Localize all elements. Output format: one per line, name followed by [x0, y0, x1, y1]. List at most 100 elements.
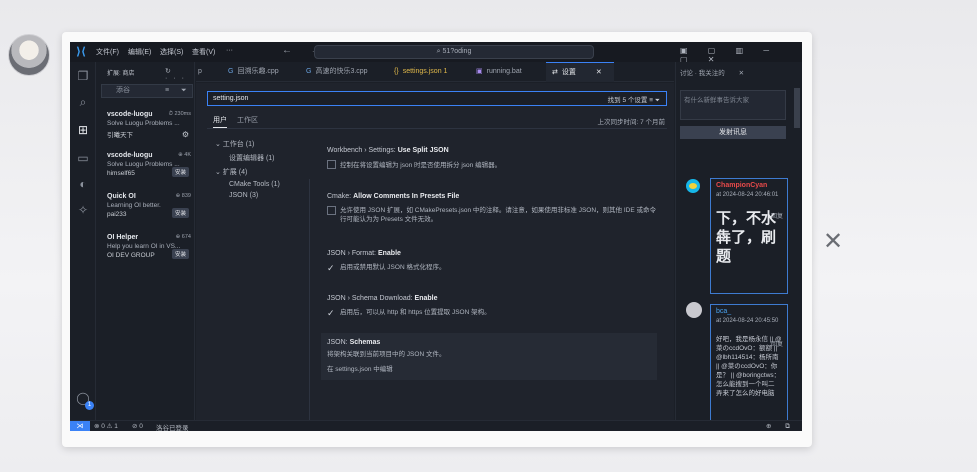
- result-count: 找到 5 个设置 ≡ ⏷: [608, 94, 660, 107]
- install-button[interactable]: 安装: [171, 249, 189, 259]
- extension-item[interactable]: vscode-luogu ⊕ 4K Solve Luogu Problems .…: [107, 152, 191, 177]
- sync-status: 上次同步时间: 7 个月前: [597, 119, 665, 126]
- tab-user[interactable]: 用户: [213, 115, 227, 128]
- setting-name: Enable: [377, 250, 401, 257]
- close-icon[interactable]: ✕: [822, 229, 844, 253]
- post-input[interactable]: 有什么新鲜事告诉大家: [680, 90, 786, 120]
- settings-toc: ⌄ 工作台 (1) 设置编辑器 (1) ⌄ 扩展 (4) CMake Tools…: [215, 139, 310, 203]
- extensions-sidebar: 扩展: 商店 ↻ ··· 添谷 ≡ ⏷ vscode-luogu ⏱ 230ms…: [97, 62, 195, 420]
- setting-name: Enable: [414, 295, 438, 302]
- title-bar: ⟩⟨ 文件(F) 编辑(E) 选择(S) 查看(V) ··· ← → ⌕ 51?…: [70, 42, 802, 64]
- remote-explorer-icon[interactable]: ▭: [75, 150, 91, 166]
- browser-icon[interactable]: ◐: [75, 176, 91, 192]
- tab-label: 回溯乐趣.cpp: [237, 68, 279, 75]
- install-button[interactable]: 安装: [171, 167, 189, 177]
- status-right-icons[interactable]: ⊕ ⧉: [766, 422, 796, 431]
- settings-search-value: setting.json: [213, 95, 249, 102]
- remote-indicator-icon[interactable]: ⋊: [70, 421, 90, 431]
- commenter-avatar[interactable]: [686, 179, 700, 193]
- extension-item[interactable]: OI Helper ⊕ 674 Help you learn OI in VS.…: [107, 234, 191, 259]
- panel-tab-label: 讨论 · 我关注的: [680, 70, 725, 77]
- settings-tab-icon: ⇄: [552, 69, 558, 76]
- toc-item-extensions[interactable]: ⌄ 扩展 (4): [215, 167, 310, 177]
- ports-indicator[interactable]: ⊘ 0: [132, 422, 143, 430]
- setting-desc: ✓ 启用或禁用默认 JSON 格式化程序。: [327, 263, 657, 273]
- checkmark-icon[interactable]: ✓: [327, 309, 337, 318]
- extension-item[interactable]: Quick OI ⊕ 839 Learning OI better. pai23…: [107, 193, 191, 218]
- tab-p[interactable]: p: [198, 62, 202, 82]
- tab-cpp-2[interactable]: G 高速的快乐3.cpp: [306, 62, 368, 82]
- setting-desc-text: 启用或禁用默认 JSON 格式化程序。: [340, 264, 446, 271]
- comment-user[interactable]: ChampionCyan: [716, 182, 782, 189]
- panel-close-icon[interactable]: ✕: [739, 70, 744, 77]
- setting-json-schemas: JSON: Schemas 将架构关联到当前项目中的 JSON 文件。 在 se…: [321, 333, 657, 380]
- setting-title: Cmake: Allow Comments In Presets File: [327, 193, 657, 200]
- setting-desc: ✓ 启用后，可以从 http 和 https 位置提取 JSON 架构。: [327, 308, 657, 318]
- tab-label: 设置: [561, 69, 576, 76]
- extensions-icon[interactable]: ⊞: [75, 122, 91, 138]
- tab-label: settings.json 1: [402, 68, 448, 75]
- tab-label: 高速的快乐3.cpp: [315, 68, 368, 75]
- toc-item-json[interactable]: JSON (3): [215, 192, 310, 199]
- setting-category: JSON › Schema Download:: [327, 295, 415, 302]
- run-icon[interactable]: ✧: [75, 202, 91, 218]
- setting-title: Workbench › Settings: Use Split JSON: [327, 147, 657, 154]
- menu-view[interactable]: 查看(V): [192, 47, 215, 57]
- checkbox[interactable]: [327, 160, 336, 169]
- setting-desc-text: 将架构关联到当前项目中的 JSON 文件。: [327, 351, 446, 358]
- menu-selection[interactable]: 选择(S): [160, 47, 183, 57]
- status-bar: ⋊ ⊗ 0 ⚠ 1 ⊘ 0 洛谷已登录 ⊕ ⧉: [70, 420, 802, 431]
- settings-search-input[interactable]: setting.json 找到 5 个设置 ≡ ⏷: [207, 91, 667, 106]
- post-button[interactable]: 发射讯息: [680, 126, 786, 139]
- setting-json-format: JSON › Format: Enable ✓ 启用或禁用默认 JSON 格式化程…: [327, 250, 657, 273]
- panel-scrollbar[interactable]: [794, 88, 800, 128]
- menu-edit[interactable]: 编辑(E): [128, 47, 151, 57]
- install-button[interactable]: 安装: [171, 208, 189, 218]
- sidebar-actions[interactable]: ↻ ···: [165, 67, 194, 82]
- vscode-logo-icon: ⟩⟨: [75, 46, 87, 58]
- explorer-icon[interactable]: ❐: [75, 68, 91, 84]
- filter-icons[interactable]: ≡ ⏷: [165, 87, 192, 95]
- reply-link[interactable]: 回复: [771, 211, 783, 220]
- panel-tab[interactable]: 讨论 · 我关注的 ✕: [680, 67, 744, 77]
- command-center-text: 51?oding: [442, 48, 472, 55]
- cpp-file-icon: G: [228, 68, 234, 75]
- json-file-icon: {}: [394, 68, 399, 75]
- extension-desc: Solve Luogu Problems ...: [107, 120, 180, 127]
- search-icon[interactable]: ⌕: [75, 94, 91, 110]
- scope-tabs: 用户 工作区 上次同步时间: 7 个月前: [207, 113, 667, 129]
- checkbox[interactable]: [327, 206, 336, 215]
- toc-item-workbench[interactable]: ⌄ 工作台 (1): [215, 139, 310, 149]
- commenter-avatar[interactable]: [686, 302, 702, 318]
- checkmark-icon[interactable]: ✓: [327, 264, 337, 273]
- setting-name: Schemas: [349, 339, 381, 346]
- tab-close-icon[interactable]: ✕: [596, 69, 602, 76]
- setting-desc-text: 启用后，可以从 http 和 https 位置提取 JSON 架构。: [340, 309, 491, 316]
- comment-user[interactable]: bca_: [716, 308, 782, 315]
- menu-file[interactable]: 文件(F): [96, 47, 119, 57]
- setting-title: JSON: Schemas: [327, 339, 651, 346]
- user-avatar[interactable]: [8, 34, 50, 76]
- reply-link[interactable]: 回复: [771, 339, 783, 348]
- tab-workspace[interactable]: 工作区: [237, 115, 258, 125]
- vscode-window: ⟩⟨ 文件(F) 编辑(E) 选择(S) 查看(V) ··· ← → ⌕ 51?…: [70, 42, 802, 431]
- filter-icons[interactable]: ≡ ⏷: [649, 97, 660, 104]
- setting-desc: 控制在将设置编辑为 json 时是否使用拆分 json 编辑器。: [327, 160, 657, 170]
- problems-indicator[interactable]: ⊗ 0 ⚠ 1: [94, 422, 118, 430]
- extension-publisher: 引曦天下: [107, 132, 133, 139]
- manage-gear-icon[interactable]: ⚙: [182, 130, 189, 139]
- comment-card: ChampionCyan at 2024-08-24 20:46:01 回复 下…: [710, 178, 788, 294]
- command-center[interactable]: ⌕ 51?oding: [314, 45, 594, 59]
- edit-in-settings-json-link[interactable]: 在 settings.json 中编辑: [327, 365, 651, 374]
- menu-more[interactable]: ···: [226, 47, 233, 54]
- tab-settings[interactable]: ⇄ 设置 ✕: [546, 62, 614, 82]
- editor-tabs: p G 回溯乐趣.cpp G 高速的快乐3.cpp {} settings.json …: [196, 62, 760, 102]
- toc-item-cmake[interactable]: CMake Tools (1): [215, 181, 310, 188]
- setting-schema-download: JSON › Schema Download: Enable ✓ 启用后，可以从 …: [327, 295, 657, 318]
- tab-running-bat[interactable]: ▣ running.bat: [476, 62, 522, 82]
- tab-settings-json[interactable]: {} settings.json 1: [394, 62, 447, 82]
- extension-item[interactable]: vscode-luogu ⏱ 230ms Solve Luogu Problem…: [107, 111, 191, 139]
- luogu-login-status[interactable]: 洛谷已登录: [156, 422, 189, 431]
- toc-item-settings-editor[interactable]: 设置编辑器 (1): [215, 153, 310, 163]
- tab-cpp-1[interactable]: G 回溯乐趣.cpp: [228, 62, 279, 82]
